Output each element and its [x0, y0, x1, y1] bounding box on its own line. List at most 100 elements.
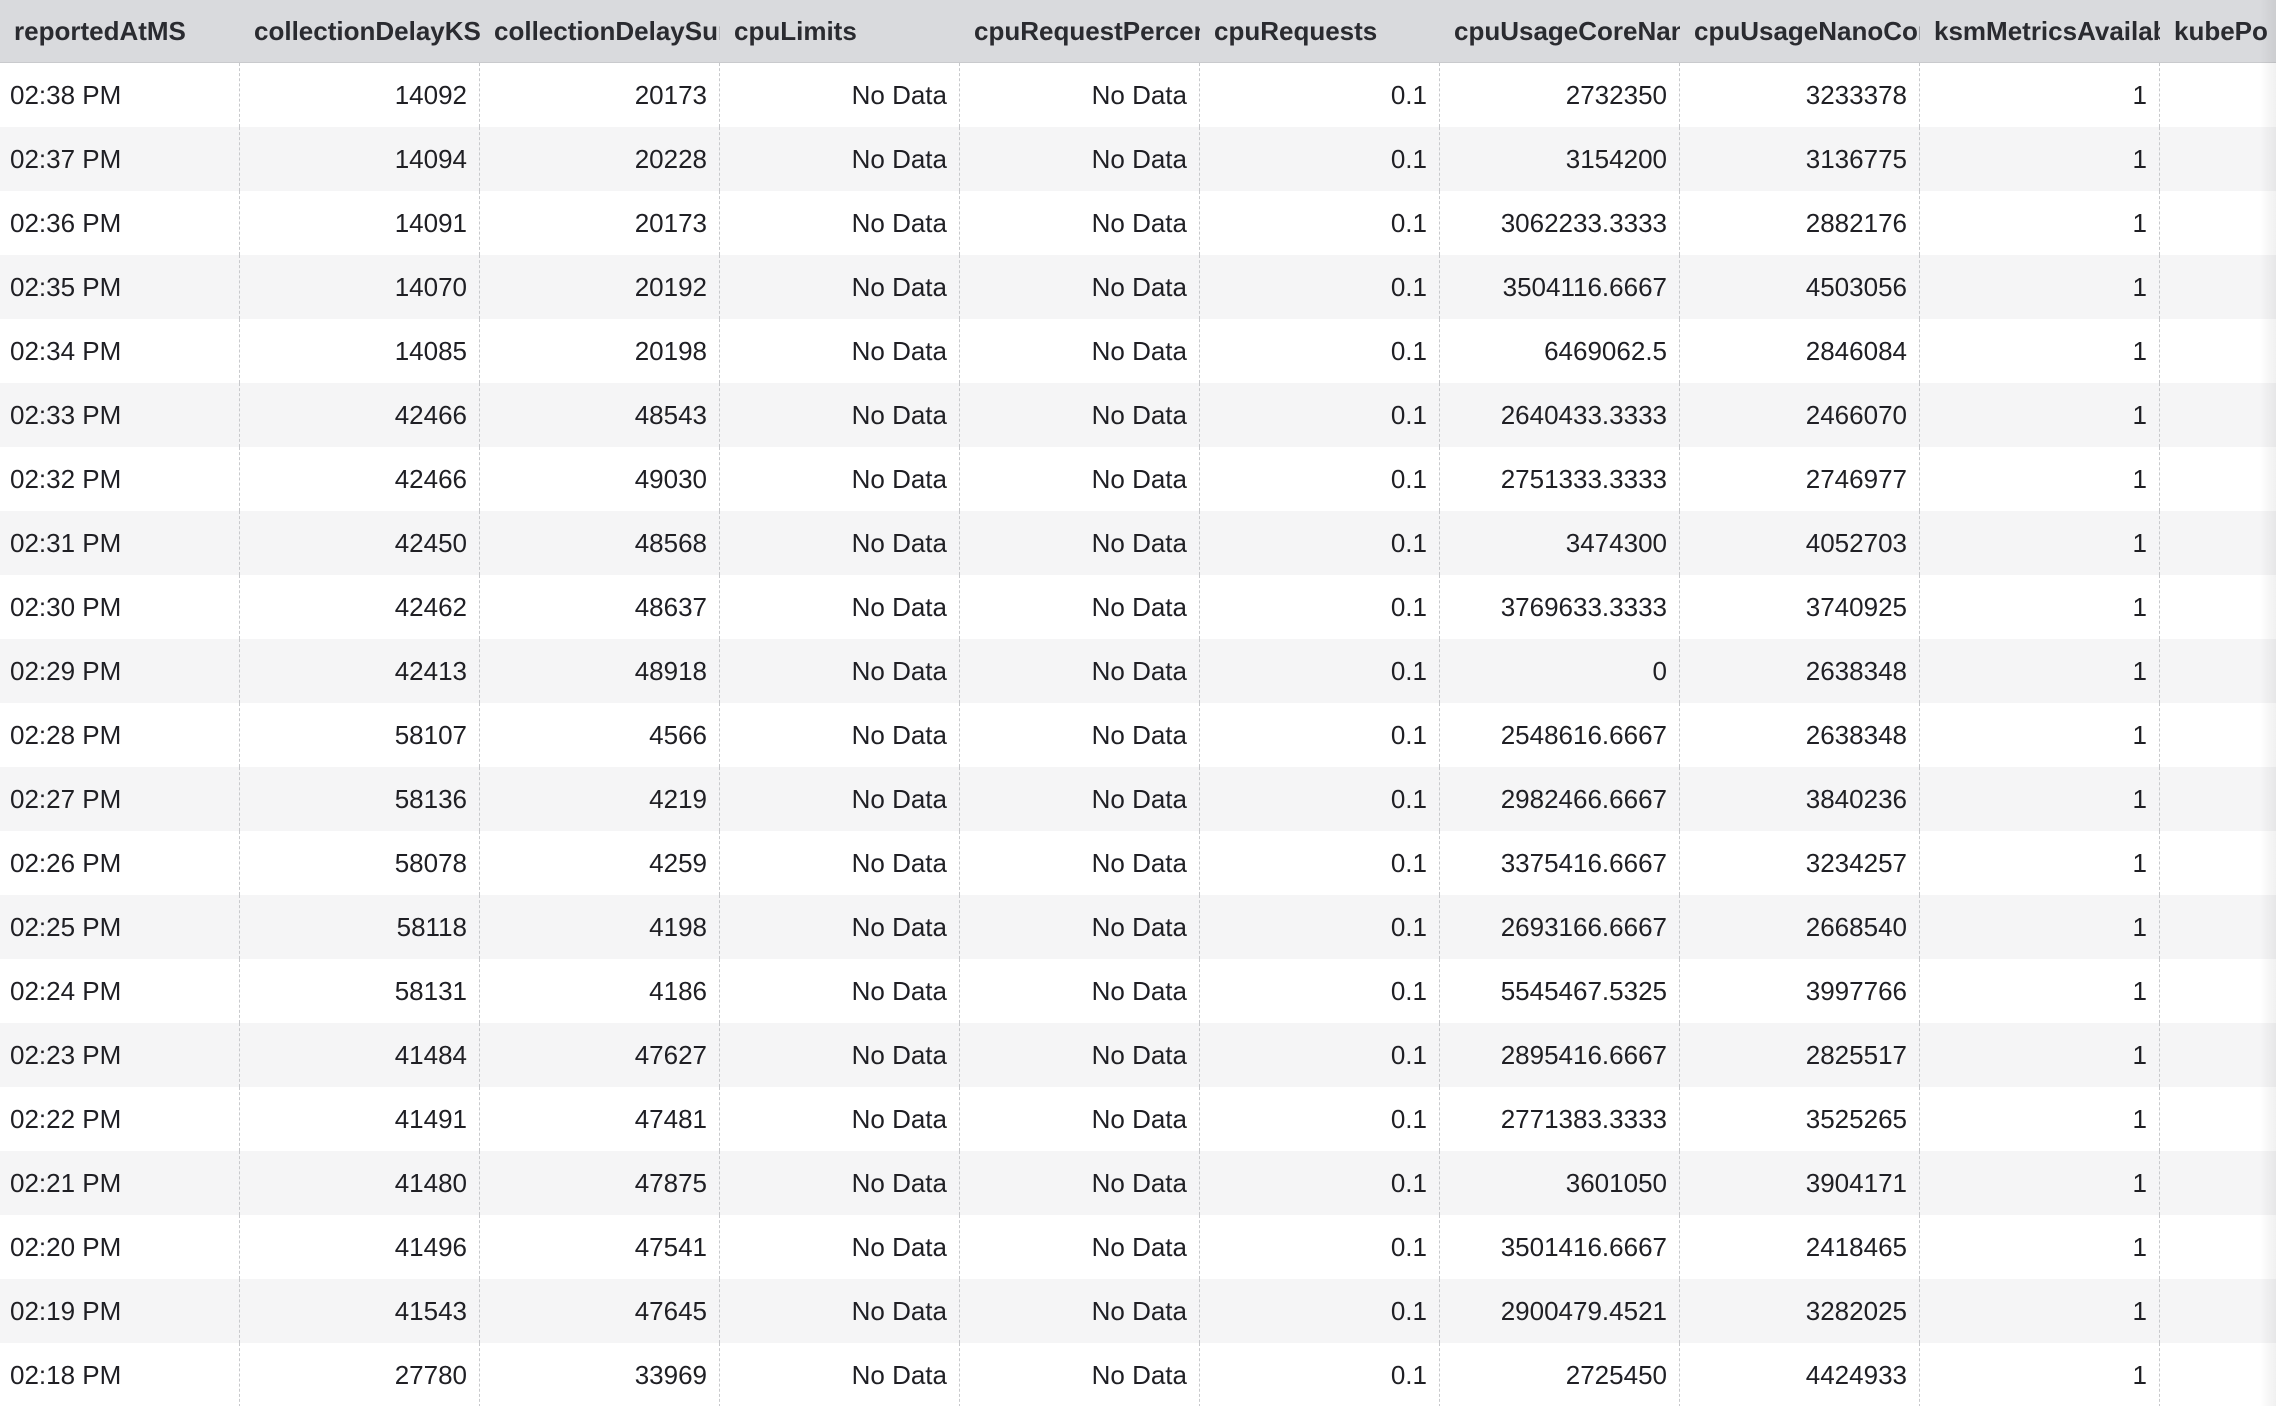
table-cell-cpuUsageNanoCores: 3997766	[1680, 959, 1920, 1023]
table-cell-cpuUsageNanoCores: 3525265	[1680, 1087, 1920, 1151]
table-cell-cpuRequests: 0.1	[1200, 1343, 1440, 1406]
table-cell-reportedAtMS: 02:36 PM	[0, 191, 240, 255]
table-cell-kubePo	[2160, 831, 2276, 895]
table-cell-ksmMetricsAvailable: 1	[1920, 1151, 2160, 1215]
column-header-cpuRequests[interactable]: cpuRequests	[1200, 0, 1440, 62]
table-cell-cpuUsageNanoCores: 2668540	[1680, 895, 1920, 959]
table-cell-collectionDelaySum: 20173	[480, 191, 720, 255]
table-row[interactable]: 02:25 PM 58118 4198 No Data No Data 0.1 269316…	[0, 895, 2276, 959]
table-cell-ksmMetricsAvailable: 1	[1920, 383, 2160, 447]
table-row[interactable]: 02:35 PM 14070 20192 No Data No Data 0.1 35041…	[0, 255, 2276, 319]
table-cell-cpuUsageNanoCores: 2466070	[1680, 383, 1920, 447]
table-row[interactable]: 02:23 PM 41484 47627 No Data No Data 0.1 28954…	[0, 1023, 2276, 1087]
table-cell-cpuUsageCoreNanos: 2725450	[1440, 1343, 1680, 1406]
column-header-ksmMetricsAvailable[interactable]: ksmMetricsAvailable	[1920, 0, 2160, 62]
column-header-collectionDelayKSM[interactable]: collectionDelayKSM	[240, 0, 480, 62]
table-cell-cpuLimits: No Data	[720, 1023, 960, 1087]
table-row[interactable]: 02:34 PM 14085 20198 No Data No Data 0.1 64690…	[0, 319, 2276, 383]
table-cell-cpuUsageCoreNanos: 5545467.5325	[1440, 959, 1680, 1023]
column-header-cpuUsageCoreNanos[interactable]: cpuUsageCoreNanos	[1440, 0, 1680, 62]
table-cell-collectionDelayKSM: 41491	[240, 1087, 480, 1151]
table-cell-kubePo	[2160, 1343, 2276, 1406]
table-row[interactable]: 02:21 PM 41480 47875 No Data No Data 0.1 36010…	[0, 1151, 2276, 1215]
table-cell-ksmMetricsAvailable: 1	[1920, 1215, 2160, 1279]
table-cell-cpuUsageNanoCores: 2418465	[1680, 1215, 1920, 1279]
table-cell-cpuLimits: No Data	[720, 255, 960, 319]
metrics-data-table: reportedAtMS collectionDelayKSM collecti…	[0, 0, 2276, 1406]
table-cell-cpuRequests: 0.1	[1200, 1151, 1440, 1215]
table-cell-cpuRequestPercent: No Data	[960, 511, 1200, 575]
table-cell-collectionDelayKSM: 58131	[240, 959, 480, 1023]
table-cell-ksmMetricsAvailable: 1	[1920, 63, 2160, 127]
column-header-collectionDelaySum[interactable]: collectionDelaySum	[480, 0, 720, 62]
table-cell-cpuLimits: No Data	[720, 895, 960, 959]
table-cell-cpuUsageNanoCores: 2638348	[1680, 703, 1920, 767]
table-cell-cpuUsageCoreNanos: 3154200	[1440, 127, 1680, 191]
table-cell-cpuLimits: No Data	[720, 383, 960, 447]
table-row[interactable]: 02:32 PM 42466 49030 No Data No Data 0.1 27513…	[0, 447, 2276, 511]
table-cell-collectionDelayKSM: 41484	[240, 1023, 480, 1087]
table-cell-reportedAtMS: 02:34 PM	[0, 319, 240, 383]
table-cell-cpuUsageCoreNanos: 3062233.3333	[1440, 191, 1680, 255]
table-cell-collectionDelaySum: 48543	[480, 383, 720, 447]
table-cell-ksmMetricsAvailable: 1	[1920, 1023, 2160, 1087]
table-row[interactable]: 02:37 PM 14094 20228 No Data No Data 0.1 31542…	[0, 127, 2276, 191]
table-cell-cpuUsageNanoCores: 3840236	[1680, 767, 1920, 831]
table-cell-cpuUsageCoreNanos: 2771383.3333	[1440, 1087, 1680, 1151]
table-cell-reportedAtMS: 02:32 PM	[0, 447, 240, 511]
table-row[interactable]: 02:18 PM 27780 33969 No Data No Data 0.1 27254…	[0, 1343, 2276, 1406]
table-cell-collectionDelaySum: 47541	[480, 1215, 720, 1279]
table-row[interactable]: 02:24 PM 58131 4186 No Data No Data 0.1 554546…	[0, 959, 2276, 1023]
table-cell-cpuUsageCoreNanos: 3375416.6667	[1440, 831, 1680, 895]
table-cell-kubePo	[2160, 1279, 2276, 1343]
table-cell-cpuRequestPercent: No Data	[960, 1023, 1200, 1087]
table-cell-cpuRequestPercent: No Data	[960, 1215, 1200, 1279]
table-cell-collectionDelayKSM: 42466	[240, 383, 480, 447]
table-cell-cpuRequestPercent: No Data	[960, 767, 1200, 831]
table-cell-reportedAtMS: 02:37 PM	[0, 127, 240, 191]
table-row[interactable]: 02:31 PM 42450 48568 No Data No Data 0.1 34743…	[0, 511, 2276, 575]
table-cell-kubePo	[2160, 575, 2276, 639]
table-cell-collectionDelayKSM: 42466	[240, 447, 480, 511]
table-cell-cpuRequests: 0.1	[1200, 1023, 1440, 1087]
table-row[interactable]: 02:20 PM 41496 47541 No Data No Data 0.1 35014…	[0, 1215, 2276, 1279]
table-row[interactable]: 02:29 PM 42413 48918 No Data No Data 0.1 0 2638…	[0, 639, 2276, 703]
table-cell-collectionDelaySum: 4259	[480, 831, 720, 895]
column-header-cpuUsageNanoCores[interactable]: cpuUsageNanoCores	[1680, 0, 1920, 62]
table-row[interactable]: 02:26 PM 58078 4259 No Data No Data 0.1 337541…	[0, 831, 2276, 895]
table-cell-kubePo	[2160, 895, 2276, 959]
table-cell-collectionDelaySum: 33969	[480, 1343, 720, 1406]
table-cell-cpuUsageCoreNanos: 3504116.6667	[1440, 255, 1680, 319]
column-header-cpuLimits[interactable]: cpuLimits	[720, 0, 960, 62]
column-header-kubePo[interactable]: kubePo	[2160, 0, 2276, 62]
table-row[interactable]: 02:22 PM 41491 47481 No Data No Data 0.1 27713…	[0, 1087, 2276, 1151]
table-cell-reportedAtMS: 02:26 PM	[0, 831, 240, 895]
table-row[interactable]: 02:27 PM 58136 4219 No Data No Data 0.1 298246…	[0, 767, 2276, 831]
table-row[interactable]: 02:28 PM 58107 4566 No Data No Data 0.1 254861…	[0, 703, 2276, 767]
table-cell-ksmMetricsAvailable: 1	[1920, 703, 2160, 767]
column-header-reportedAtMS[interactable]: reportedAtMS	[0, 0, 240, 62]
table-cell-kubePo	[2160, 319, 2276, 383]
table-cell-cpuRequests: 0.1	[1200, 1279, 1440, 1343]
table-row[interactable]: 02:19 PM 41543 47645 No Data No Data 0.1 29004…	[0, 1279, 2276, 1343]
table-cell-collectionDelayKSM: 41480	[240, 1151, 480, 1215]
table-cell-reportedAtMS: 02:29 PM	[0, 639, 240, 703]
table-cell-collectionDelaySum: 48568	[480, 511, 720, 575]
table-cell-kubePo	[2160, 1087, 2276, 1151]
table-cell-kubePo	[2160, 639, 2276, 703]
table-cell-cpuRequestPercent: No Data	[960, 255, 1200, 319]
table-row[interactable]: 02:33 PM 42466 48543 No Data No Data 0.1 26404…	[0, 383, 2276, 447]
table-cell-kubePo	[2160, 63, 2276, 127]
table-cell-reportedAtMS: 02:38 PM	[0, 63, 240, 127]
table-cell-ksmMetricsAvailable: 1	[1920, 1087, 2160, 1151]
table-cell-reportedAtMS: 02:24 PM	[0, 959, 240, 1023]
table-cell-cpuUsageNanoCores: 2746977	[1680, 447, 1920, 511]
table-cell-cpuRequests: 0.1	[1200, 575, 1440, 639]
table-row[interactable]: 02:38 PM 14092 20173 No Data No Data 0.1 27323…	[0, 63, 2276, 127]
table-cell-kubePo	[2160, 703, 2276, 767]
table-cell-cpuRequestPercent: No Data	[960, 1279, 1200, 1343]
column-header-cpuRequestPercent[interactable]: cpuRequestPercent	[960, 0, 1200, 62]
table-row[interactable]: 02:30 PM 42462 48637 No Data No Data 0.1 37696…	[0, 575, 2276, 639]
table-row[interactable]: 02:36 PM 14091 20173 No Data No Data 0.1 30622…	[0, 191, 2276, 255]
table-cell-collectionDelayKSM: 41496	[240, 1215, 480, 1279]
